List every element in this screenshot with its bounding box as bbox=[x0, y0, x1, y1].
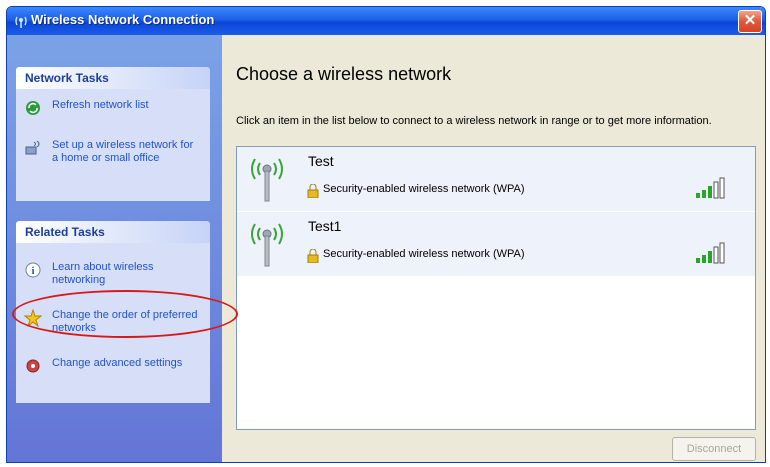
related-tasks-box: Related Tasks i Learn about wireless net… bbox=[16, 221, 210, 403]
network-name: Test1 bbox=[308, 218, 342, 234]
close-icon: ✕ bbox=[743, 12, 757, 29]
close-button[interactable]: ✕ bbox=[738, 10, 762, 33]
info-icon: i bbox=[24, 261, 42, 279]
task-pane: Network Tasks Refresh network list Set u… bbox=[7, 35, 222, 462]
network-list-pane: Choose a wireless network Click an item … bbox=[222, 35, 765, 462]
page-title: Choose a wireless network bbox=[236, 64, 452, 84]
change-advanced-settings-link[interactable]: Change advanced settings bbox=[22, 357, 204, 387]
setup-wireless-network-link[interactable]: Set up a wireless network for a home or … bbox=[22, 139, 204, 173]
network-item-test[interactable]: Test Security-enabled wireless network (… bbox=[237, 147, 755, 212]
network-item-test1[interactable]: Test1 Security-enabled wireless network … bbox=[237, 212, 755, 277]
network-security-status: Security-enabled wireless network (WPA) bbox=[323, 248, 525, 260]
network-security-status: Security-enabled wireless network (WPA) bbox=[323, 183, 525, 195]
wireless-network-list[interactable]: Test Security-enabled wireless network (… bbox=[236, 146, 756, 430]
change-order-preferred-networks-label: Change the order of preferred networks bbox=[52, 309, 198, 334]
wireless-antenna-icon bbox=[13, 13, 29, 29]
refresh-network-list-label: Refresh network list bbox=[52, 99, 149, 111]
learn-about-wireless-link[interactable]: i Learn about wireless networking bbox=[22, 261, 204, 291]
network-tasks-box: Network Tasks Refresh network list Set u… bbox=[16, 67, 210, 201]
instructions-text: Click an item in the list below to conne… bbox=[236, 115, 712, 127]
setup-wireless-network-label: Set up a wireless network for a home or … bbox=[52, 139, 194, 164]
change-order-preferred-networks-link[interactable]: Change the order of preferred networks bbox=[22, 308, 204, 339]
wireless-antenna-icon bbox=[247, 218, 287, 268]
star-icon bbox=[23, 308, 43, 328]
title-bar[interactable]: Wireless Network Connection ✕ bbox=[7, 7, 765, 35]
learn-about-wireless-label: Learn about wireless networking bbox=[52, 261, 154, 286]
svg-text:i: i bbox=[31, 265, 34, 277]
related-tasks-header: Related Tasks bbox=[16, 221, 210, 243]
lock-icon bbox=[307, 183, 319, 199]
lock-icon bbox=[307, 248, 319, 264]
refresh-network-list-link[interactable]: Refresh network list bbox=[22, 99, 204, 119]
change-advanced-settings-label: Change advanced settings bbox=[52, 357, 183, 369]
wireless-network-connection-window: Wireless Network Connection ✕ Network Ta… bbox=[6, 6, 766, 463]
network-tasks-header: Network Tasks bbox=[16, 67, 210, 89]
setup-network-icon bbox=[24, 139, 42, 157]
disconnect-button[interactable]: Disconnect bbox=[672, 437, 756, 461]
signal-strength-icon bbox=[695, 177, 729, 199]
wireless-antenna-icon bbox=[247, 153, 287, 203]
network-name: Test bbox=[308, 153, 334, 169]
refresh-icon bbox=[24, 99, 42, 117]
signal-strength-icon bbox=[695, 242, 729, 264]
window-title: Wireless Network Connection bbox=[31, 12, 215, 27]
settings-icon bbox=[24, 357, 42, 375]
